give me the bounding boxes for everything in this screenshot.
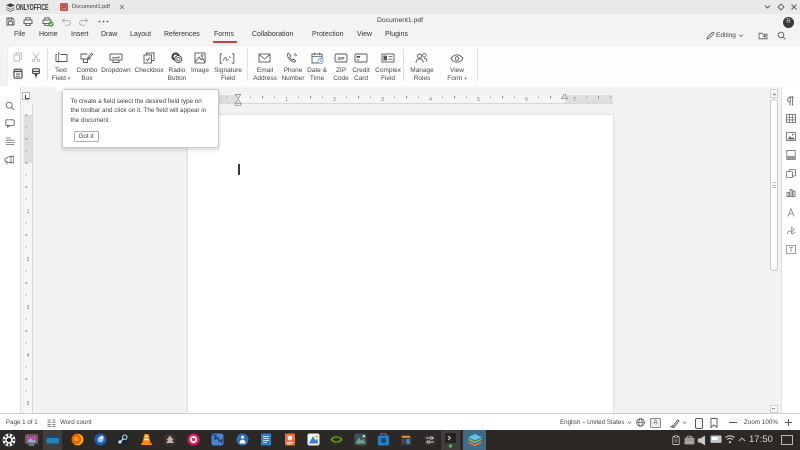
svg-text:2: 2 (27, 257, 30, 263)
svg-text:2: 2 (333, 97, 336, 103)
svg-text:4: 4 (27, 353, 30, 359)
svg-text:5: 5 (27, 401, 30, 407)
svg-text:3: 3 (381, 97, 384, 103)
svg-text:7: 7 (573, 97, 576, 103)
svg-text:5: 5 (477, 97, 480, 103)
svg-text:4: 4 (429, 97, 432, 103)
svg-text:3: 3 (27, 305, 30, 311)
svg-text:1: 1 (27, 209, 30, 215)
svg-text:1: 1 (285, 97, 288, 103)
svg-text:6: 6 (525, 97, 528, 103)
svg-text:ZIP: ZIP (337, 56, 344, 61)
